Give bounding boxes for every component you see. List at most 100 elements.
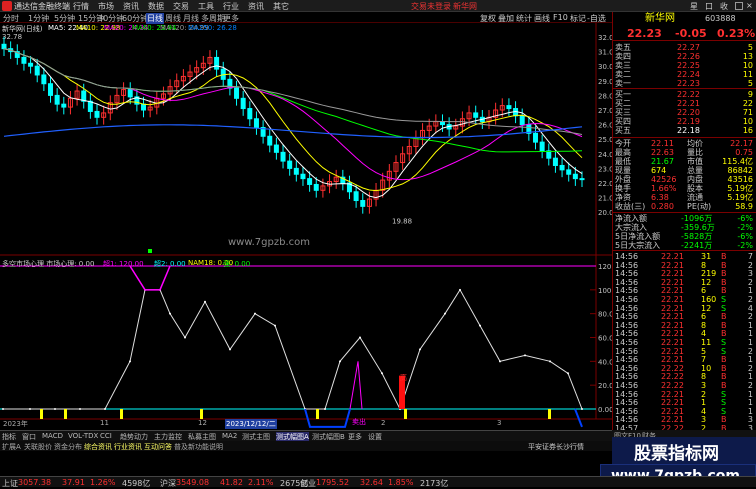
candle-body — [532, 132, 538, 143]
bid-row: 买三 22.20 71 — [613, 108, 756, 117]
info-tab[interactable]: 综合资讯 — [84, 442, 112, 452]
index-name: 上证 — [2, 479, 18, 488]
ask-price: 22.25 — [677, 61, 700, 70]
indicator-tab[interactable]: MACD — [42, 432, 63, 440]
price-tick: 20.00 — [598, 209, 612, 217]
indicator-label: 超2: 0.00 — [154, 260, 186, 268]
info-tab[interactable]: 普及新功能说明 — [174, 442, 223, 452]
menu-other[interactable]: 其它 — [273, 1, 289, 12]
menu-trade[interactable]: 交易 — [173, 1, 189, 12]
candle-body — [300, 173, 306, 180]
psych-point — [2, 408, 4, 410]
indicator-tab[interactable]: MA2 — [222, 432, 237, 440]
collapse-button[interactable]: 收 — [720, 1, 728, 12]
info-tab[interactable]: 互动问答 — [144, 442, 172, 452]
psych-point — [524, 354, 526, 357]
bid-book: 买一 22.22 9 买二 22.21 22 买三 22.20 71 买四 22.19 10 买五 22.… — [613, 88, 756, 135]
brand-banner: 股票指标网 — [612, 437, 756, 465]
candle-body — [313, 183, 319, 191]
signal-label: 高 — [400, 374, 407, 382]
psych-point — [204, 300, 206, 303]
psych-point — [499, 360, 501, 363]
stat-label: 市值 — [687, 157, 703, 166]
candle-body — [552, 157, 558, 166]
bid-volume: 22 — [742, 99, 753, 108]
info-tab[interactable]: 关联股价 — [24, 442, 52, 452]
ask-volume: 5 — [747, 79, 753, 88]
index-amt: 4598亿 — [122, 479, 151, 488]
info-tabs: 扩展A 关联股价 资金分布 综合资讯 行业资讯 互动问答 普及新功能说明 — [0, 441, 612, 451]
ask-price: 22.24 — [677, 70, 700, 79]
price-tick: 24.00 — [598, 151, 612, 159]
flow-pct: -2% — [737, 223, 753, 232]
index-chg: 37.91 — [62, 478, 85, 487]
stat-value: 21.67 — [651, 157, 674, 166]
candle-body — [253, 118, 259, 129]
psych-point — [129, 360, 131, 363]
stat-value: 5.19亿 — [727, 193, 753, 202]
f10-button[interactable]: F10 — [553, 13, 568, 22]
menu-tools[interactable]: 工具 — [198, 1, 214, 12]
stat-label: 换手 — [615, 184, 631, 193]
menu-info[interactable]: 资讯 — [248, 1, 264, 12]
candle-body — [127, 89, 133, 98]
stat-label: 最高 — [615, 148, 631, 157]
stat-row: 收益(三) 0.280 PE(动) 58.9 — [613, 202, 756, 211]
price-tick: 29.00 — [598, 78, 612, 86]
indicator-label: 超1: 120.00 — [103, 260, 144, 268]
kline-chart[interactable]: 32.0031.0030.0029.0028.0027.0026.0025.00… — [0, 23, 612, 430]
stat-label: 内盘 — [687, 175, 703, 184]
index-chg: 41.82 — [220, 478, 243, 487]
window-button[interactable]: 口 — [705, 1, 713, 12]
candle-body — [579, 178, 585, 181]
signal-tick — [200, 409, 203, 419]
candle-body — [572, 173, 578, 180]
close-icon[interactable]: × — [746, 1, 753, 10]
info-tab[interactable]: 行业资讯 — [114, 442, 142, 452]
indicator-tab[interactable]: VOL-TDX — [68, 432, 98, 440]
menu-market[interactable]: 行情 — [73, 1, 89, 12]
broker-status: 平安证券长沙行情 — [528, 443, 584, 451]
trade-login-status[interactable]: 交易未登录 — [411, 1, 451, 12]
flow-pct: -6% — [737, 232, 753, 241]
ma250-line — [3, 124, 583, 139]
candle-body — [280, 151, 286, 162]
ask-volume: 5 — [747, 43, 753, 52]
newsite-label[interactable]: 新华网 — [453, 1, 477, 12]
price-tick: 25.00 — [598, 136, 612, 144]
quote-price-row: 22.23 -0.05 0.23% — [613, 28, 756, 41]
ask-row: 卖五 22.27 5 — [613, 43, 756, 52]
app-title: 通达信金融终端 — [14, 2, 70, 11]
stat-label: 量比 — [687, 148, 703, 157]
stat-row: 换手 1.66% 股本 5.19亿 — [613, 184, 756, 193]
ask-row: 卖四 22.26 13 — [613, 52, 756, 61]
bid-price: 22.21 — [677, 99, 700, 108]
maximize-icon[interactable] — [735, 2, 743, 10]
indicator-tab[interactable]: CCI — [100, 432, 112, 440]
ask-label: 卖四 — [615, 52, 631, 61]
star-button[interactable]: 星 — [690, 1, 698, 12]
menu-news[interactable]: 资讯 — [123, 1, 139, 12]
bid-label: 买五 — [615, 126, 631, 135]
candle-body — [54, 94, 60, 105]
candle-body — [287, 160, 293, 169]
price-tick: 30.00 — [598, 63, 612, 71]
index-pct: 1.26% — [90, 478, 116, 487]
menu-industry[interactable]: 行业 — [223, 1, 239, 12]
date-tick: 2023/12/12/二 — [225, 419, 277, 429]
menu-data[interactable]: 数据 — [148, 1, 164, 12]
info-tab[interactable]: 资金分布 — [54, 442, 82, 452]
chart-area[interactable]: 新华网(日线) MA5: 22.40 MA10: 22.98 MA20: 24.34… — [0, 23, 612, 430]
ask-label: 卖一 — [615, 79, 631, 88]
bid-label: 买一 — [615, 90, 631, 99]
stat-value: 22.17 — [730, 139, 753, 148]
psych-point — [567, 372, 569, 375]
stat-value: 42526 — [651, 175, 677, 184]
stat-value: 674 — [651, 166, 667, 175]
info-tab[interactable]: 扩展A — [2, 442, 21, 452]
psych-point — [184, 336, 186, 339]
menu-shichang[interactable]: 市场 — [98, 1, 114, 12]
candle-body — [247, 108, 253, 120]
ask-price: 22.26 — [677, 52, 700, 61]
index-pct: 2.11% — [248, 478, 274, 487]
